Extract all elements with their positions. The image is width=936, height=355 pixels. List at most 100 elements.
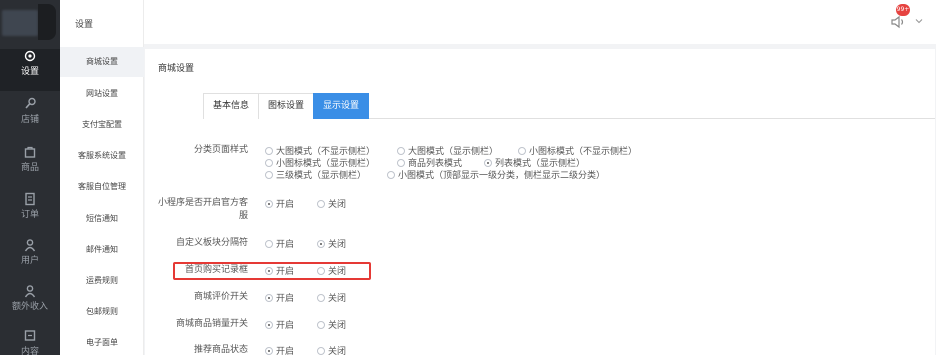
radio-label: 开启: [276, 240, 295, 250]
radio-label: 关闭: [328, 347, 347, 355]
mini-service-label: 小程序是否开启官方客 服: [138, 197, 248, 223]
radio-on[interactable]: 开启: [265, 344, 294, 355]
rail-item-store[interactable]: 店铺: [0, 97, 60, 139]
menu-header-title: 设置: [75, 20, 94, 30]
radio-circle: [317, 321, 325, 329]
radio-label: 开启: [276, 200, 295, 210]
radio-off[interactable]: 关闭: [317, 237, 346, 250]
icon-rail: 设置 店铺 商品 订单 用户 额外收入 内容: [0, 0, 60, 355]
menu-item-service-system[interactable]: 客服系统设置: [60, 141, 144, 171]
radio-circle: [317, 294, 325, 302]
rail-label-content: 内容: [20, 347, 39, 355]
menu-item-sms[interactable]: 短信通知: [60, 204, 144, 234]
menu-item-alipay-config[interactable]: 支付宝配置: [60, 110, 144, 140]
radio-label: 关闭: [328, 240, 347, 250]
radio-circle: [317, 200, 325, 208]
radio-option[interactable]: 小图模式（顶部显示一级分类，侧栏显示二级分类）: [387, 168, 605, 181]
radio-label: 开启: [276, 347, 295, 355]
menu-item-free-shipping[interactable]: 包邮规则: [60, 297, 144, 327]
category-style-label: 分类页面样式: [193, 145, 248, 155]
radio-on[interactable]: 开启: [265, 197, 294, 210]
menu-item-service-seat[interactable]: 客服自位管理: [60, 172, 144, 202]
rail-item-settings[interactable]: 设置: [0, 49, 60, 91]
rail-label-orders: 订单: [20, 210, 39, 220]
radio-circle: [317, 240, 325, 248]
radio-circle: [265, 347, 273, 355]
gear-icon: [24, 50, 36, 62]
radio-label: 三级模式（显示侧栏）: [276, 171, 367, 181]
menu-item-waybill[interactable]: 电子面单: [60, 328, 144, 355]
radio-circle: [518, 147, 526, 155]
radio-circle: [387, 171, 395, 179]
radio-circle: [265, 159, 273, 167]
radio-on[interactable]: 开启: [265, 318, 294, 331]
menu-item-freight[interactable]: 运费规则: [60, 266, 144, 296]
radio-circle: [265, 240, 273, 248]
radio-on[interactable]: 开启: [265, 291, 294, 304]
menu-item-site-settings[interactable]: 网站设置: [60, 79, 144, 109]
menu-item-email[interactable]: 邮件通知: [60, 235, 144, 265]
radio-label: 关闭: [328, 200, 347, 210]
highlight-box: [173, 262, 371, 280]
radio-circle: [484, 159, 492, 167]
rail-item-income[interactable]: 额外收入: [0, 284, 60, 326]
mini-service-label-line2: 服: [238, 211, 248, 221]
radio-circle: [265, 294, 273, 302]
radio-on[interactable]: 开启: [265, 237, 294, 250]
rail-item-content[interactable]: 内容: [0, 329, 60, 355]
menu-header: 设置: [60, 0, 144, 44]
radio-option[interactable]: 三级模式（显示侧栏）: [265, 168, 366, 181]
radio-off[interactable]: 关闭: [317, 344, 346, 355]
user-icon: [24, 239, 36, 252]
rail-label-users: 用户: [20, 256, 39, 266]
tab-basic-info[interactable]: 基本信息: [203, 93, 260, 119]
radio-label: 小图模式（顶部显示一级分类，侧栏显示二级分类）: [398, 171, 606, 181]
top-bar: 99+: [144, 0, 936, 44]
main-area: 商城设置 基本信息 图标设置 显示设置 分类页面样式 大图模式（不显示侧栏） 大…: [144, 44, 936, 355]
tab-display-settings[interactable]: 显示设置: [313, 93, 370, 119]
radio-circle: [317, 347, 325, 355]
rail-item-users[interactable]: 用户: [0, 238, 60, 280]
radio-circle: [397, 147, 405, 155]
radio-circle: [265, 171, 273, 179]
rail-label-settings: 设置: [20, 67, 39, 77]
radio-circle: [265, 321, 273, 329]
rail-label-goods: 商品: [20, 163, 39, 173]
rail-label-income: 额外收入: [11, 302, 48, 312]
rail-item-orders[interactable]: 订单: [0, 192, 60, 234]
settings-menu: 设置 商城设置 网站设置 支付宝配置 客服系统设置 客服自位管理 短信通知 邮件…: [60, 0, 144, 355]
radio-off[interactable]: 关闭: [317, 318, 346, 331]
radio-circle: [265, 147, 273, 155]
app-root: 设置 店铺 商品 订单 用户 额外收入 内容 设置 商城设置 网站设置 支付宝配…: [0, 0, 936, 355]
order-icon: [25, 192, 35, 206]
card-title: 商城设置: [158, 64, 195, 74]
store-icon: [25, 97, 36, 109]
sales-switch-label: 商城商品销量开关: [175, 319, 248, 329]
recommend-status-label: 推荐商品状态: [193, 345, 248, 355]
custom-block-label: 自定义板块分隔符: [175, 238, 248, 248]
rail-label-store: 店铺: [20, 115, 39, 125]
mini-service-label-line1: 小程序是否开启官方客: [157, 198, 248, 208]
radio-label: 开启: [276, 294, 295, 304]
chevron-down-icon[interactable]: [914, 16, 924, 26]
radio-label: 关闭: [328, 321, 347, 331]
radio-off[interactable]: 关闭: [317, 291, 346, 304]
content-icon: [24, 330, 36, 341]
radio-circle: [265, 200, 273, 208]
settings-card: 商城设置 基本信息 图标设置 显示设置 分类页面样式 大图模式（不显示侧栏） 大…: [145, 49, 935, 355]
notification-badge: 99+: [896, 4, 910, 16]
menu-item-mall-settings[interactable]: 商城设置: [60, 47, 144, 77]
logo-mark-shape: [38, 4, 56, 40]
logo: [0, 0, 60, 42]
bag-icon: [24, 146, 36, 158]
radio-label: 开启: [276, 321, 295, 331]
radio-label: 关闭: [328, 294, 347, 304]
income-icon: [24, 285, 36, 298]
review-switch-label: 商城评价开关: [193, 292, 248, 302]
radio-circle: [397, 159, 405, 167]
settings-tabs: 基本信息 图标设置 显示设置: [203, 93, 935, 119]
radio-off[interactable]: 关闭: [317, 197, 346, 210]
rail-item-goods[interactable]: 商品: [0, 145, 60, 187]
logo-mark: [2, 10, 38, 36]
tab-icon-settings[interactable]: 图标设置: [258, 93, 315, 119]
